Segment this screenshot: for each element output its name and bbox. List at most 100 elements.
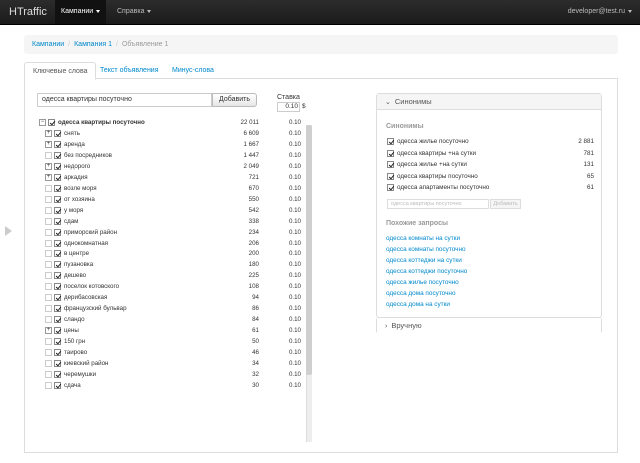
keyword-rate[interactable]: 0.10 <box>271 117 301 128</box>
keyword-checkbox[interactable] <box>54 250 61 258</box>
breadcrumb-campaign[interactable]: Кампания 1 <box>74 41 112 48</box>
breadcrumb-separator: / <box>115 41 118 48</box>
add-keyword-button[interactable]: Добавить <box>212 93 257 107</box>
keyword-checkbox[interactable] <box>54 140 61 148</box>
keyword-rate[interactable]: 0.10 <box>271 314 301 325</box>
keyword-checkbox[interactable] <box>54 359 61 367</box>
similar-query-link[interactable]: одесса дома посуточно <box>386 288 456 299</box>
add-synonym-button[interactable]: Добавить <box>490 199 521 209</box>
expand-icon[interactable]: + <box>45 140 52 148</box>
keyword-rate[interactable]: 0.10 <box>271 369 301 380</box>
synonym-checkbox[interactable] <box>387 172 394 180</box>
collapse-icon[interactable]: − <box>39 119 46 126</box>
keyword-checkbox[interactable] <box>54 316 61 324</box>
keyword-rate[interactable]: 0.10 <box>271 281 301 292</box>
tree-leaf-icon <box>45 272 52 280</box>
similar-query-link[interactable]: одесса комнаты на сутки <box>386 233 460 244</box>
keyword-checkbox[interactable] <box>54 206 61 214</box>
nav-help[interactable]: Справка <box>111 0 157 24</box>
nav-campaigns[interactable]: Кампании <box>55 0 107 24</box>
synonym-checkbox[interactable] <box>387 161 394 168</box>
keyword-checkbox[interactable] <box>54 151 61 159</box>
synonym-input[interactable]: одесса квартиры посуточно <box>387 199 489 209</box>
brand-logo[interactable]: HTraffic <box>9 6 47 18</box>
keyword-rate[interactable]: 0.10 <box>271 270 301 281</box>
keyword-text: французский бульвар <box>64 305 127 313</box>
synonym-checkbox[interactable] <box>387 184 394 191</box>
expand-icon[interactable]: + <box>45 130 52 137</box>
keyword-rate[interactable]: 0.10 <box>271 380 301 391</box>
keyword-rate[interactable]: 0.10 <box>271 205 301 216</box>
keyword-checkbox[interactable] <box>54 228 61 236</box>
tab-ad-text[interactable]: Текст объявления <box>92 62 167 79</box>
similar-query-link[interactable]: одесса комнаты посуточно <box>386 244 466 255</box>
keyword-count: 84 <box>252 316 259 324</box>
tree-leaf-icon <box>45 381 52 389</box>
keyword-checkbox[interactable] <box>54 294 61 302</box>
keyword-checkbox[interactable] <box>54 349 61 356</box>
synonym-checkbox[interactable] <box>387 149 394 157</box>
keyword-row: сдам 338 0.10 <box>37 216 307 227</box>
keyword-checkbox[interactable] <box>54 162 61 170</box>
keyword-row: + недорого 2 049 0.10 <box>37 161 307 172</box>
manual-panel-header[interactable]: › Вручную <box>377 318 601 334</box>
bid-unit: $ <box>302 103 306 110</box>
tree-leaf-icon <box>45 217 52 225</box>
similar-query-link[interactable]: одесса коттеджи на сутки <box>386 255 462 266</box>
keyword-checkbox[interactable] <box>54 173 61 181</box>
keyword-scrollbar-thumb[interactable] <box>306 125 312 375</box>
keyword-search-input[interactable]: одесса квартиры посуточно <box>37 93 212 107</box>
keyword-rate[interactable]: 0.10 <box>271 216 301 227</box>
expand-icon[interactable]: + <box>45 162 52 170</box>
tab-keywords[interactable]: Ключевые слова <box>24 62 97 80</box>
manual-panel[interactable]: › Вручную <box>376 317 602 334</box>
keyword-checkbox[interactable] <box>54 381 61 389</box>
expand-icon[interactable]: + <box>45 327 52 335</box>
keyword-checkbox[interactable] <box>54 217 61 225</box>
keyword-rate[interactable]: 0.10 <box>271 358 301 369</box>
keyword-rate[interactable]: 0.10 <box>271 172 301 183</box>
keyword-count: 542 <box>248 206 259 214</box>
keyword-checkbox[interactable] <box>54 272 61 280</box>
keyword-checkbox[interactable] <box>54 195 61 203</box>
keyword-checkbox[interactable] <box>54 184 61 192</box>
keyword-checkbox[interactable] <box>54 370 61 378</box>
keyword-rate[interactable]: 0.10 <box>271 227 301 238</box>
sidebar-toggle-icon[interactable] <box>5 226 12 236</box>
similar-query-link[interactable]: одесса коттеджи посуточно <box>386 266 467 277</box>
keyword-rate[interactable]: 0.10 <box>271 183 301 194</box>
keyword-rate[interactable]: 0.10 <box>271 259 301 270</box>
breadcrumb-campaigns[interactable]: Кампании <box>32 41 64 48</box>
user-menu[interactable]: developer@test.ru <box>568 0 632 24</box>
similar-query-link[interactable]: одесса дома на сутки <box>386 299 450 310</box>
keyword-checkbox[interactable] <box>54 338 61 346</box>
keyword-checkbox[interactable] <box>54 130 61 137</box>
tab-negative-words[interactable]: Минус-слова <box>164 62 222 79</box>
keyword-checkbox[interactable] <box>54 327 61 335</box>
keyword-count: 670 <box>248 184 259 192</box>
keyword-rate[interactable]: 0.10 <box>271 248 301 259</box>
keyword-checkbox[interactable] <box>54 239 61 247</box>
keyword-rate[interactable]: 0.10 <box>271 303 301 314</box>
keyword-checkbox[interactable] <box>54 305 61 313</box>
top-navbar: HTraffic Кампании Справка developer@test… <box>0 0 640 25</box>
keyword-rate[interactable]: 0.10 <box>271 139 301 150</box>
bid-input[interactable]: 0.10 <box>277 102 300 112</box>
keyword-checkbox[interactable] <box>54 283 61 291</box>
synonym-checkbox[interactable] <box>387 138 394 145</box>
keyword-rate[interactable]: 0.10 <box>271 347 301 358</box>
keyword-rate[interactable]: 0.10 <box>271 336 301 347</box>
similar-query-link[interactable]: одесса жилье посуточно <box>386 277 459 288</box>
expand-icon[interactable]: + <box>45 173 52 181</box>
keyword-rate[interactable]: 0.10 <box>271 238 301 249</box>
keyword-rate[interactable]: 0.10 <box>271 150 301 161</box>
synonyms-panel-header[interactable]: ⌄ Синонимы <box>377 94 601 110</box>
keyword-row: сдача 30 0.10 <box>37 380 307 391</box>
keyword-rate[interactable]: 0.10 <box>271 161 301 172</box>
keyword-checkbox[interactable] <box>48 119 55 126</box>
keyword-rate[interactable]: 0.10 <box>271 292 301 303</box>
keyword-checkbox[interactable] <box>54 261 61 269</box>
keyword-rate[interactable]: 0.10 <box>271 325 301 336</box>
keyword-rate[interactable]: 0.10 <box>271 128 301 139</box>
keyword-rate[interactable]: 0.10 <box>271 194 301 205</box>
